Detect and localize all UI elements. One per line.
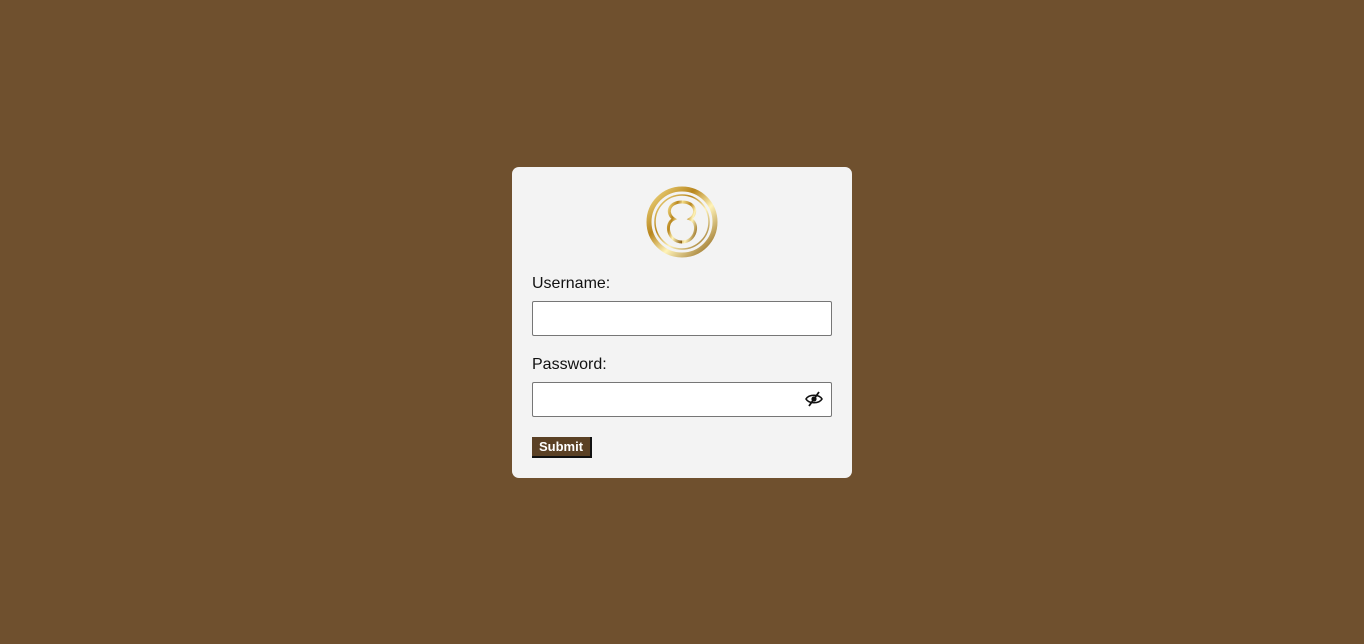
password-label: Password:: [532, 356, 607, 373]
eye-slash-icon[interactable]: [804, 390, 824, 408]
login-card: Username: Password: Submit: [512, 167, 852, 478]
page-background: Username: Password: Submit: [0, 0, 1364, 644]
username-label: Username:: [532, 275, 611, 292]
username-input[interactable]: [532, 301, 832, 336]
brand-logo-icon: [646, 186, 718, 258]
submit-button[interactable]: Submit: [532, 437, 593, 458]
password-input[interactable]: [532, 382, 832, 417]
